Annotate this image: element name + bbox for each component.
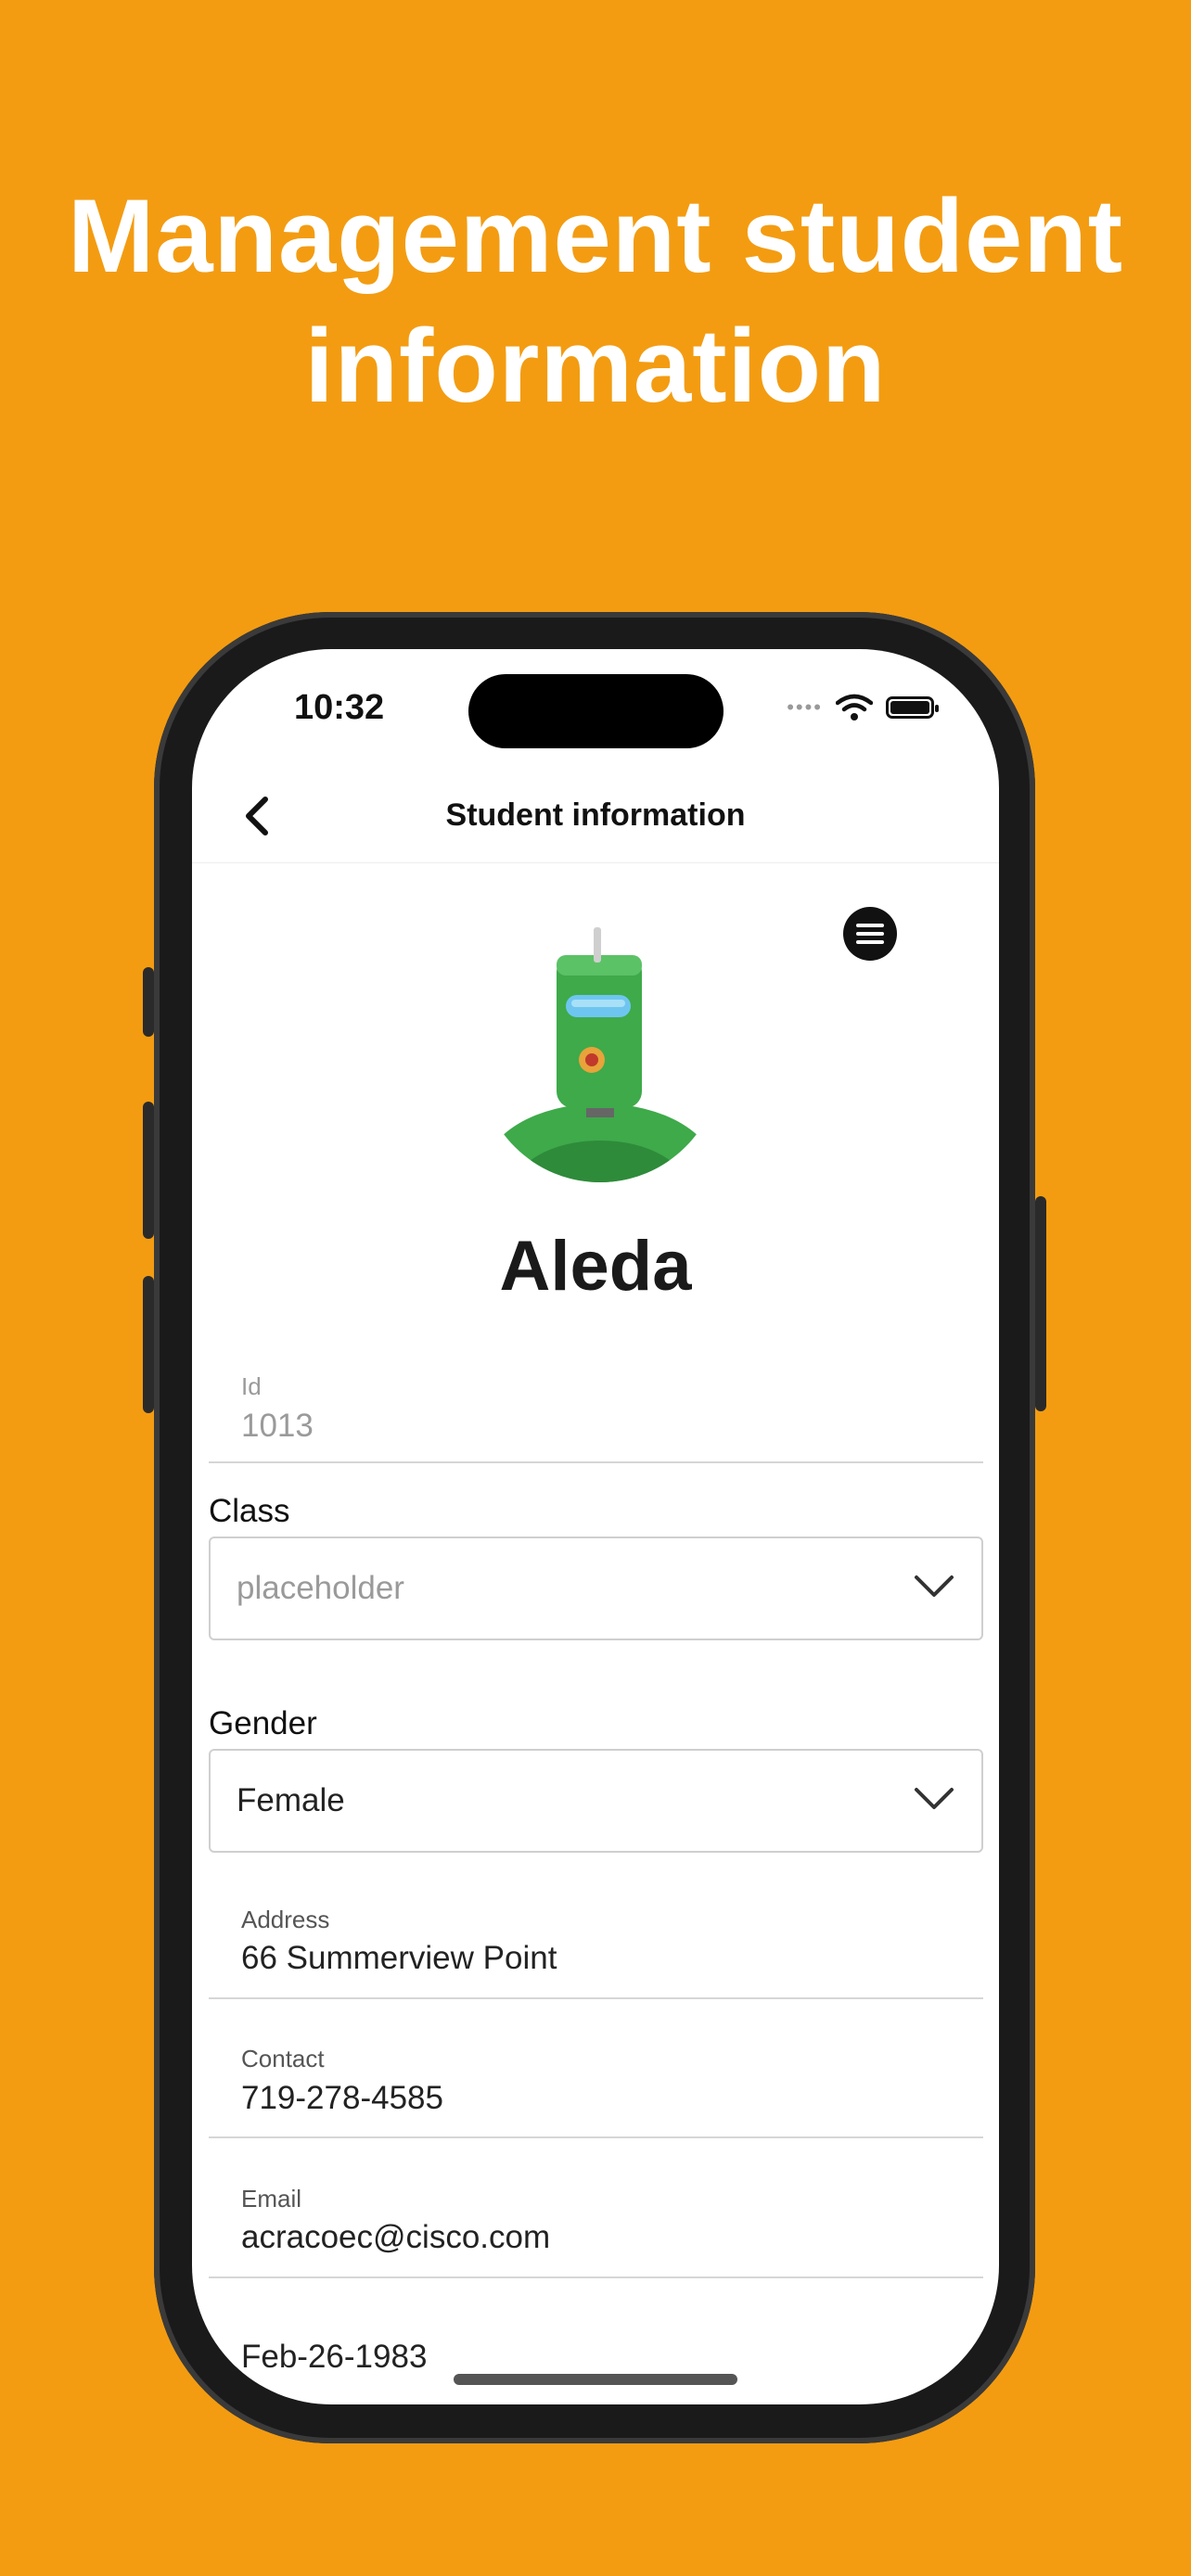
dynamic-island bbox=[468, 674, 724, 748]
status-time: 10:32 bbox=[294, 688, 385, 727]
contact-underline bbox=[209, 2136, 983, 2138]
home-indicator bbox=[454, 2374, 737, 2385]
phone-silent-switch bbox=[143, 967, 154, 1037]
headline-line-1: Management student bbox=[67, 178, 1124, 294]
address-label: Address bbox=[241, 1906, 330, 1933]
class-label: Class bbox=[209, 1493, 290, 1529]
student-name: Aleda bbox=[499, 1227, 692, 1306]
nav-bar: Student information bbox=[192, 770, 999, 863]
signal-dots-icon: •••• bbox=[787, 695, 823, 719]
chevron-down-icon bbox=[915, 1575, 954, 1597]
class-placeholder: placeholder bbox=[237, 1570, 404, 1606]
email-label: Email bbox=[241, 2185, 302, 2213]
headline-line-2: information bbox=[304, 308, 887, 424]
student-avatar[interactable] bbox=[493, 923, 707, 1187]
gender-select[interactable]: Female bbox=[209, 1749, 983, 1853]
contact-label: Contact bbox=[241, 2045, 325, 2072]
status-icons: •••• bbox=[787, 694, 939, 721]
wifi-icon bbox=[836, 694, 873, 721]
contact-field[interactable]: 719-278-4585 bbox=[241, 2080, 443, 2117]
id-underline bbox=[209, 1461, 983, 1463]
class-select[interactable]: placeholder bbox=[209, 1537, 983, 1640]
battery-icon bbox=[886, 696, 939, 719]
phone-volume-up bbox=[143, 1102, 154, 1239]
phone-screen: 10:32 •••• Student information Aleda Id … bbox=[192, 649, 999, 2404]
options-menu-button[interactable] bbox=[843, 907, 897, 961]
gender-label: Gender bbox=[209, 1705, 317, 1741]
menu-icon bbox=[856, 924, 884, 944]
email-underline bbox=[209, 2276, 983, 2278]
address-underline bbox=[209, 1997, 983, 1999]
birthdate-field[interactable]: Feb-26-1983 bbox=[241, 2339, 427, 2376]
id-value: 1013 bbox=[241, 1408, 314, 1444]
phone-volume-down bbox=[143, 1276, 154, 1413]
nav-title: Student information bbox=[445, 797, 746, 833]
marketing-headline: Management student information bbox=[0, 172, 1191, 431]
phone-power-button bbox=[1035, 1196, 1046, 1411]
gender-value: Female bbox=[237, 1782, 345, 1818]
chevron-down-icon bbox=[915, 1788, 954, 1809]
address-field[interactable]: 66 Summerview Point bbox=[241, 1940, 557, 1977]
id-label: Id bbox=[241, 1372, 262, 1400]
email-field[interactable]: acracoec@cisco.com bbox=[241, 2219, 550, 2256]
